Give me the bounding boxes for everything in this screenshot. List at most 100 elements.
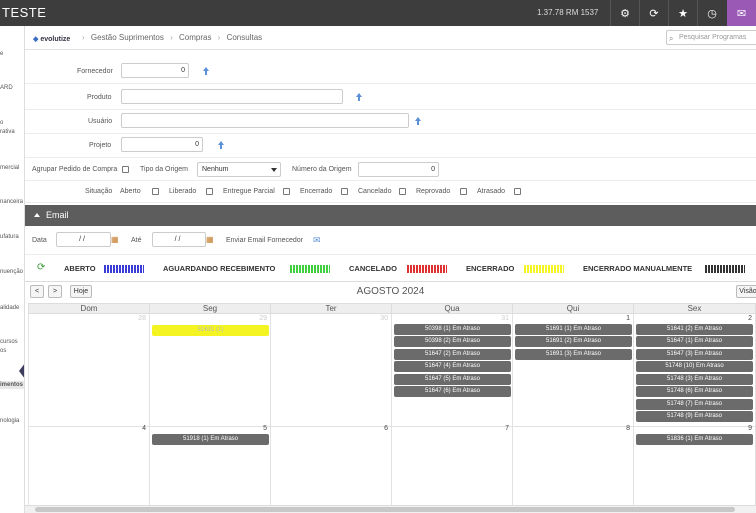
situacao-atrasado-checkbox[interactable] bbox=[514, 188, 521, 195]
day-cell[interactable]: 4 bbox=[28, 424, 150, 508]
calendar-event[interactable]: 51748 (7) Em Atraso bbox=[636, 399, 753, 410]
clock-icon[interactable]: ◷ bbox=[697, 0, 726, 26]
calendar-event[interactable]: 51748 (10) Em Atraso bbox=[636, 361, 753, 372]
day-number: 6 bbox=[384, 425, 388, 432]
sidebar-item[interactable]: nologia bbox=[0, 417, 19, 425]
legend-cancelado-swatch bbox=[407, 265, 447, 273]
sidebar-item[interactable]: cursos bbox=[0, 338, 18, 346]
situacao-liberado-checkbox[interactable] bbox=[206, 188, 213, 195]
horizontal-scrollbar[interactable] bbox=[25, 505, 756, 513]
situacao-reprovado-checkbox[interactable] bbox=[460, 188, 467, 195]
sidebar-item[interactable]: ufatura bbox=[0, 233, 19, 241]
refresh-icon[interactable]: ⟳ bbox=[639, 0, 668, 26]
day-header: Ter bbox=[270, 303, 392, 314]
produto-label: Produto bbox=[87, 94, 112, 101]
day-cell[interactable]: 2 51641 (2) Em Atraso 51647 (1) Em Atras… bbox=[633, 314, 756, 427]
pin-icon[interactable] bbox=[218, 141, 224, 149]
pin-icon[interactable] bbox=[415, 117, 421, 125]
fornecedor-field[interactable]: 0 bbox=[121, 63, 189, 78]
calendar-event[interactable]: 51836 (1) Em Atraso bbox=[636, 434, 753, 445]
data-field[interactable]: / / bbox=[56, 232, 111, 247]
calendar-event[interactable]: 51647 (4) Em Atraso bbox=[394, 361, 511, 372]
ate-field[interactable]: / / bbox=[152, 232, 206, 247]
sidebar-item[interactable]: nuenção bbox=[0, 268, 23, 276]
day-number: 7 bbox=[505, 425, 509, 432]
view-button[interactable]: Visão bbox=[736, 285, 756, 298]
envelope-icon[interactable]: ✉ bbox=[313, 235, 321, 246]
sidebar-item[interactable]: mercial bbox=[0, 164, 19, 172]
sidebar-item[interactable]: ARD bbox=[0, 84, 13, 92]
day-number: 2 bbox=[748, 315, 752, 322]
day-cell[interactable]: 1 51691 (1) Em Atraso 51691 (2) Em Atras… bbox=[512, 314, 634, 427]
calendar-icon[interactable]: ▦ bbox=[111, 235, 119, 244]
numero-origem-label: Número da Origem bbox=[292, 166, 352, 173]
usuario-field[interactable] bbox=[121, 113, 409, 128]
day-cell[interactable]: 5 51918 (1) Em Atraso bbox=[149, 424, 271, 508]
day-cell[interactable]: 8 bbox=[512, 424, 634, 508]
breadcrumb-item[interactable]: Consultas bbox=[227, 33, 263, 42]
sidebar-item[interactable]: o bbox=[0, 119, 3, 127]
calendar-event[interactable]: 51647 (1) Em Atraso bbox=[636, 336, 753, 347]
agrupar-checkbox[interactable] bbox=[122, 166, 129, 173]
calendar-event[interactable]: 50398 (2) Em Atraso bbox=[394, 336, 511, 347]
tipo-origem-select[interactable]: Nenhum bbox=[197, 162, 281, 177]
day-cell[interactable]: 31 50398 (1) Em Atraso 50398 (2) Em Atra… bbox=[391, 314, 513, 427]
calendar-event[interactable]: 51918 (1) Em Atraso bbox=[152, 434, 269, 445]
sidebar-item[interactable]: alidade bbox=[0, 304, 19, 312]
projeto-field[interactable]: 0 bbox=[121, 137, 203, 152]
calendar-event[interactable]: 50398 (1) Em Atraso bbox=[394, 324, 511, 335]
situacao-cancelado-checkbox[interactable] bbox=[399, 188, 406, 195]
calendar-event[interactable]: 51748 (6) Em Atraso bbox=[636, 386, 753, 397]
gear-icon[interactable]: ⚙ bbox=[610, 0, 639, 26]
calendar-event[interactable]: 51647 (5) Em Atraso bbox=[394, 374, 511, 385]
breadcrumb-item[interactable]: Gestão Suprimentos bbox=[91, 33, 164, 42]
calendar-event[interactable]: 51691 (1) Em Atraso bbox=[515, 324, 632, 335]
calendar-event[interactable]: 51691 (3) Em Atraso bbox=[515, 349, 632, 360]
day-cell[interactable]: 6 bbox=[270, 424, 392, 508]
legend-aberto-swatch bbox=[104, 265, 144, 273]
calendar-event[interactable]: 51631 (1) bbox=[152, 325, 269, 336]
produto-field[interactable] bbox=[121, 89, 343, 104]
situacao-encerrado-checkbox[interactable] bbox=[341, 188, 348, 195]
email-section-header[interactable]: Email bbox=[25, 205, 756, 226]
situacao-aberto-checkbox[interactable] bbox=[152, 188, 159, 195]
legend-encerrado-label: ENCERRADO bbox=[466, 264, 515, 273]
tipo-origem-value: Nenhum bbox=[202, 166, 229, 173]
calendar-event[interactable]: 51647 (6) Em Atraso bbox=[394, 386, 511, 397]
origem-row: Agrupar Pedido de Compra Tipo da Origem … bbox=[25, 159, 756, 181]
legend-aberto-label: ABERTO bbox=[64, 264, 96, 273]
sidebar-item[interactable]: os bbox=[0, 347, 6, 355]
sidebar-item-suprimentos[interactable]: imentos bbox=[0, 381, 24, 389]
logo-prefix: evolu bbox=[40, 36, 59, 43]
day-cell[interactable]: 28 bbox=[28, 314, 150, 427]
pin-icon[interactable] bbox=[203, 67, 209, 75]
day-number: 28 bbox=[138, 315, 146, 322]
breadcrumb-item[interactable]: Compras bbox=[179, 33, 211, 42]
sidebar-item[interactable]: rativa bbox=[0, 128, 15, 136]
day-cell[interactable]: 30 bbox=[270, 314, 392, 427]
situacao-entregue-checkbox[interactable] bbox=[283, 188, 290, 195]
situacao-entregue-label: Entregue Parcial bbox=[223, 188, 275, 195]
numero-origem-field[interactable]: 0 bbox=[358, 162, 439, 177]
ate-label: Até bbox=[131, 237, 142, 244]
calendar-event[interactable]: 51691 (2) Em Atraso bbox=[515, 336, 632, 347]
sidebar-item[interactable]: nanceira bbox=[0, 198, 23, 206]
refresh-icon[interactable]: ⟳ bbox=[37, 262, 45, 273]
chevron-right-icon: › bbox=[217, 33, 221, 42]
calendar-event[interactable]: 51641 (2) Em Atraso bbox=[636, 324, 753, 335]
calendar-event[interactable]: 51647 (2) Em Atraso bbox=[394, 349, 511, 360]
calendar-icon[interactable]: ▦ bbox=[206, 235, 214, 244]
calendar-event[interactable]: 51647 (3) Em Atraso bbox=[636, 349, 753, 360]
calendar-event[interactable]: 51748 (9) Em Atraso bbox=[636, 411, 753, 422]
situacao-encerrado-label: Encerrado bbox=[300, 188, 333, 195]
sidebar-item[interactable]: e bbox=[0, 50, 3, 58]
day-cell[interactable]: 29 51631 (1) bbox=[149, 314, 271, 427]
calendar-event[interactable]: 51748 (3) Em Atraso bbox=[636, 374, 753, 385]
search-input[interactable]: ⌕ Pesquisar Programas bbox=[666, 30, 756, 45]
day-cell[interactable]: 7 bbox=[391, 424, 513, 508]
star-icon[interactable]: ★ bbox=[668, 0, 697, 26]
scrollbar-thumb[interactable] bbox=[35, 507, 735, 512]
mail-icon[interactable]: ✉ bbox=[727, 0, 756, 26]
pin-icon[interactable] bbox=[356, 93, 362, 101]
day-cell[interactable]: 9 51836 (1) Em Atraso bbox=[633, 424, 756, 508]
